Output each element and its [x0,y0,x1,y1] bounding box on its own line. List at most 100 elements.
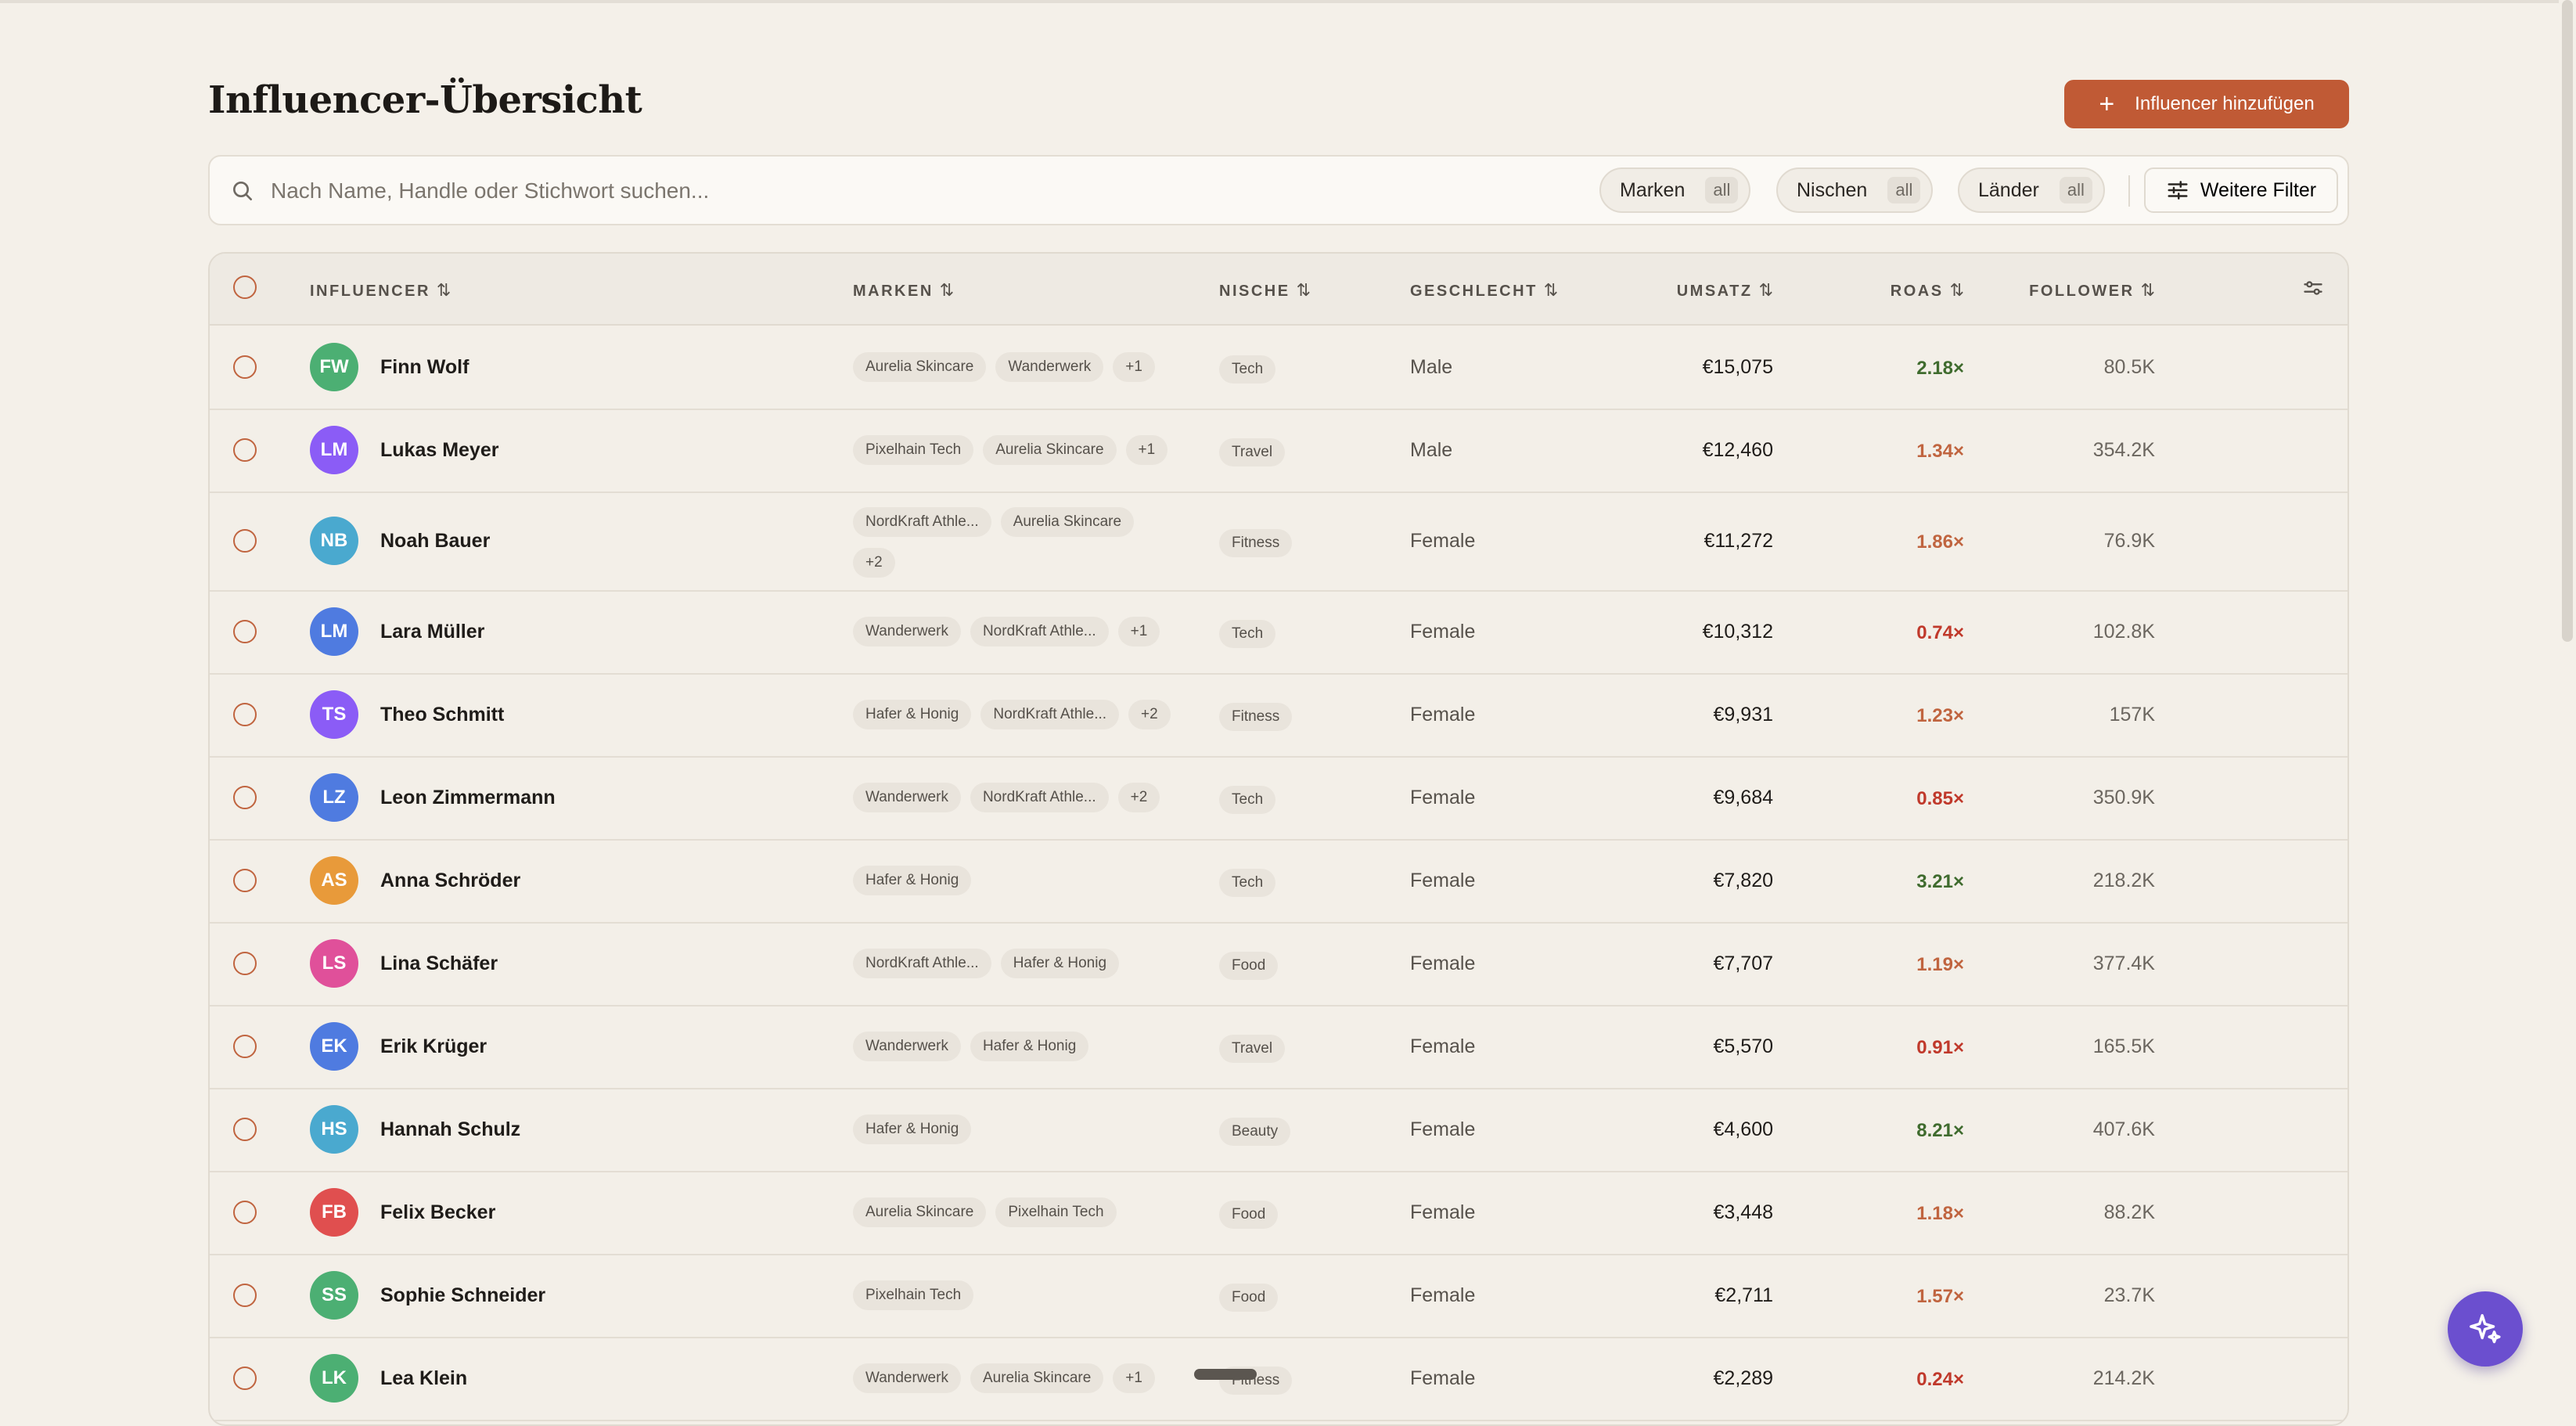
influencer-name[interactable]: Leon Zimmermann [380,787,556,809]
gender-value: Female [1410,1201,1476,1223]
sort-icon: ⇅ [1543,280,1559,300]
revenue-value: €12,460 [1702,439,1773,461]
row-select-checkbox[interactable] [233,703,257,726]
brand-tag: Hafer & Honig [1000,949,1120,978]
row-select-checkbox[interactable] [233,1118,257,1141]
influencer-name[interactable]: Lina Schäfer [380,952,498,975]
gender-value: Female [1410,1284,1476,1306]
row-select-checkbox[interactable] [233,1284,257,1307]
influencer-name[interactable]: Hannah Schulz [380,1118,520,1141]
row-select-checkbox[interactable] [233,355,257,379]
filter-chip-laender[interactable]: Länder all [1958,167,2105,213]
roas-value: 0.91× [1916,1037,1964,1058]
table-row[interactable]: LS Lina Schäfer NordKraft Athle... Hafer & … [210,922,2348,1006]
row-select-checkbox[interactable] [233,1201,257,1224]
niche-tag: Tech [1219,786,1276,814]
column-header-nische[interactable]: NISCHE ⇅ [1219,280,1311,301]
brand-tag: Aurelia Skincare [970,1363,1104,1393]
table-row[interactable]: LK Lea Klein Wanderwerk Aurelia Skincare +1 F… [210,1337,2348,1421]
table-row[interactable]: FW Finn Wolf Aurelia Skincare Wanderwerk +1 T… [210,326,2348,410]
avatar: FW [310,343,358,391]
table-row[interactable]: LZ Leon Zimmermann Wanderwerk NordKraft Ath… [210,756,2348,841]
followers-value: 165.5K [2092,1035,2155,1057]
influencer-name[interactable]: Lara Müller [380,621,484,643]
column-header-umsatz[interactable]: UMSATZ ⇅ [1677,280,1773,301]
table-row[interactable]: AS Anna Schröder Hafer & Honig Tech Female €7… [210,839,2348,924]
followers-value: 350.9K [2092,787,2155,808]
followers-value: 354.2K [2092,439,2155,461]
add-influencer-button[interactable]: + Influencer hinzufügen [2064,80,2349,128]
search-input[interactable] [269,171,1759,211]
roas-value: 0.74× [1916,622,1964,643]
influencer-name[interactable]: Anna Schröder [380,870,520,892]
influencer-name[interactable]: Noah Bauer [380,530,490,553]
sliders-icon [2168,181,2188,200]
influencer-name[interactable]: Erik Krüger [380,1035,487,1058]
roas-value: 1.18× [1916,1203,1964,1224]
followers-value: 157K [2109,704,2155,726]
brand-tags: Wanderwerk NordKraft Athle... +1 [853,617,1197,646]
avatar: SS [310,1271,358,1320]
table-row[interactable]: TS Theo Schmitt Hafer & Honig NordKraft Ath… [210,673,2348,758]
select-all-checkbox[interactable] [233,275,257,299]
brand-tags: Hafer & Honig NordKraft Athle... +2 [853,700,1197,729]
filter-chip-nischen[interactable]: Nischen all [1776,167,1934,213]
brand-tag: Wanderwerk [853,783,961,812]
row-select-checkbox[interactable] [233,869,257,892]
revenue-value: €5,570 [1713,1035,1773,1057]
filter-chip-label: Nischen [1797,178,1868,201]
brand-tags: Wanderwerk Aurelia Skincare +1 [853,1363,1197,1393]
influencer-name[interactable]: Finn Wolf [380,356,469,379]
avatar: LM [310,607,358,656]
row-select-checkbox[interactable] [233,620,257,643]
scrollbar-thumb[interactable] [2562,0,2573,642]
scrollbar[interactable] [2559,0,2576,1404]
filter-chip-badge: all [1705,177,1739,203]
column-header-geschlecht[interactable]: GESCHLECHT ⇅ [1410,280,1558,301]
table-row[interactable]: EK Erik Krüger Wanderwerk Hafer & Honig Trav… [210,1005,2348,1089]
row-select-checkbox[interactable] [233,786,257,809]
column-settings-icon[interactable] [2302,277,2324,299]
column-header-roas[interactable]: ROAS ⇅ [1891,280,1964,301]
table-row[interactable]: LM Lara Müller Wanderwerk NordKraft Athle..… [210,590,2348,675]
gender-value: Female [1410,952,1476,974]
filter-chip-marken[interactable]: Marken all [1599,167,1751,213]
ai-assistant-button[interactable] [2448,1291,2523,1367]
table-row[interactable]: HS Hannah Schulz Hafer & Honig Beauty Female… [210,1088,2348,1172]
column-header-marken[interactable]: MARKEN ⇅ [853,280,954,301]
more-filters-button[interactable]: Weitere Filter [2144,167,2338,213]
roas-value: 1.34× [1916,441,1964,462]
gender-value: Female [1410,1367,1476,1389]
brand-tag: Hafer & Honig [853,700,972,729]
row-select-checkbox[interactable] [233,1367,257,1390]
brand-tags: Hafer & Honig [853,1115,1197,1144]
followers-value: 80.5K [2103,356,2155,378]
table-row[interactable]: FB Felix Becker Aurelia Skincare Pixelhain … [210,1171,2348,1255]
revenue-value: €15,075 [1702,356,1773,378]
column-header-influencer[interactable]: INFLUENCER ⇅ [310,280,451,301]
row-select-checkbox[interactable] [233,438,257,462]
influencer-name[interactable]: Theo Schmitt [380,704,504,726]
plus-icon: + [2099,89,2115,119]
table-row[interactable]: LM Lukas Meyer Pixelhain Tech Aurelia Skinc… [210,409,2348,493]
influencer-name[interactable]: Lukas Meyer [380,439,498,462]
brand-tag: Wanderwerk [853,1363,961,1393]
filter-chip-badge: all [2059,177,2092,203]
revenue-value: €10,312 [1702,621,1773,643]
influencer-name[interactable]: Felix Becker [380,1201,495,1224]
brand-tag: Pixelhain Tech [853,435,974,465]
row-select-checkbox[interactable] [233,529,257,553]
row-select-checkbox[interactable] [233,952,257,975]
row-select-checkbox[interactable] [233,1035,257,1058]
roas-value: 1.19× [1916,954,1964,975]
brand-tags: Pixelhain Tech [853,1280,1197,1310]
table-row[interactable]: NB Noah Bauer NordKraft Athle... Aurelia Sk… [210,492,2348,592]
influencer-name[interactable]: Sophie Schneider [380,1284,545,1307]
influencer-name[interactable]: Lea Klein [380,1367,467,1390]
avatar: FB [310,1188,358,1237]
avatar: LK [310,1354,358,1403]
gender-value: Female [1410,787,1476,808]
column-header-follower[interactable]: FOLLOWER ⇅ [2029,280,2155,301]
table-row[interactable]: SS Sophie Schneider Pixelhain Tech Food Fema… [210,1254,2348,1338]
brand-tag: Wanderwerk [853,1032,961,1061]
